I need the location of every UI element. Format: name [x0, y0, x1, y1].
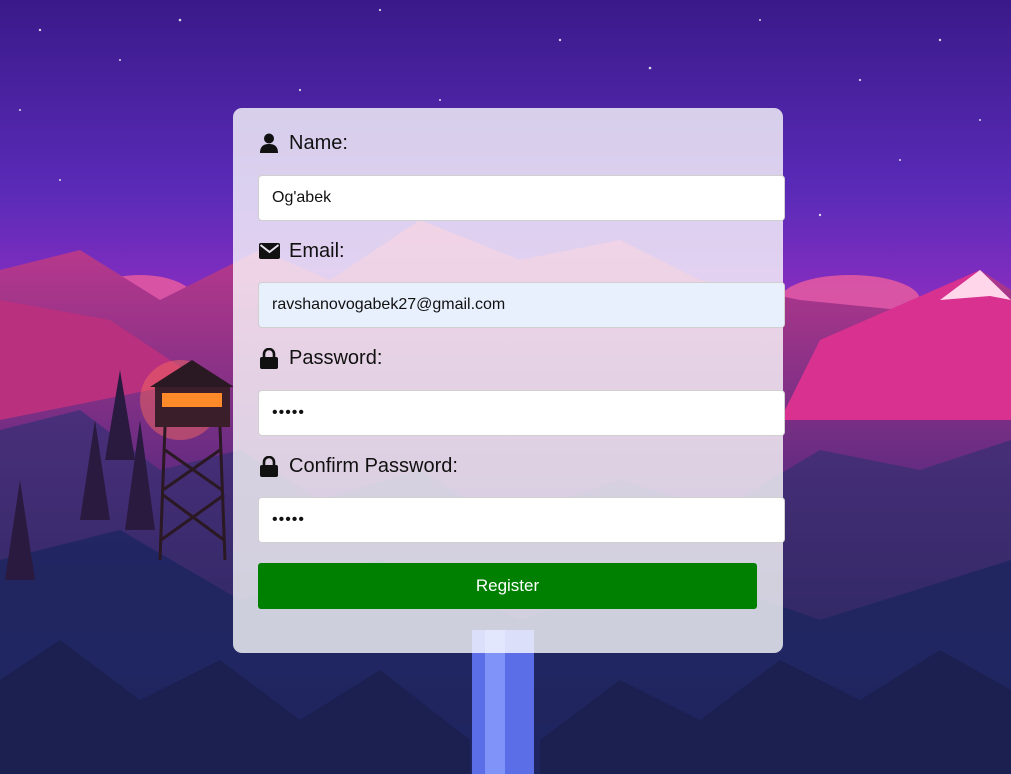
- user-icon: [258, 132, 280, 154]
- name-input[interactable]: [258, 175, 785, 221]
- confirm-password-label: Confirm Password:: [258, 454, 458, 478]
- password-label: Password:: [258, 346, 382, 370]
- email-label: Email:: [258, 239, 345, 263]
- lock-icon: [258, 455, 280, 477]
- register-button[interactable]: Register: [258, 563, 757, 609]
- lock-icon: [258, 347, 280, 369]
- password-input[interactable]: [258, 390, 785, 436]
- email-label-text: Email:: [289, 239, 345, 262]
- confirm-password-label-text: Confirm Password:: [289, 454, 458, 477]
- confirm-password-input[interactable]: [258, 497, 785, 543]
- name-label: Name:: [258, 131, 348, 155]
- name-label-text: Name:: [289, 131, 348, 154]
- registration-form: Name: Email: Password:: [233, 108, 785, 653]
- envelope-icon: [258, 240, 280, 262]
- email-input[interactable]: [258, 282, 785, 328]
- password-label-text: Password:: [289, 346, 383, 369]
